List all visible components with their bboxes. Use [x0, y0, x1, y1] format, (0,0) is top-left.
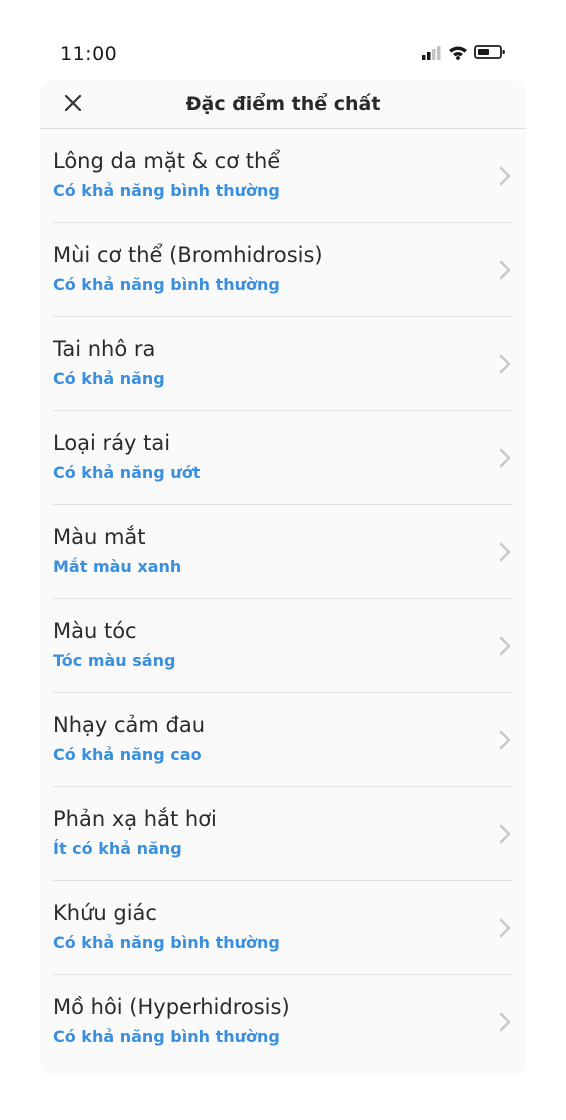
- item-title: Màu tóc: [53, 619, 137, 643]
- item-title: Phản xạ hắt hơi: [53, 807, 217, 831]
- item-value: Có khả năng ướt: [53, 463, 201, 482]
- close-icon: [64, 94, 82, 116]
- item-value: Ít có khả năng: [53, 839, 182, 858]
- battery-icon: [474, 44, 506, 64]
- list-item-earwax-type[interactable]: Loại ráy tai Có khả năng ướt: [53, 411, 512, 505]
- item-value: Mắt màu xanh: [53, 557, 182, 576]
- chevron-right-icon: [498, 260, 512, 280]
- chevron-right-icon: [498, 824, 512, 844]
- header: Đặc điểm thể chất: [40, 80, 526, 129]
- trait-list: Lông da mặt & cơ thể Có khả năng bình th…: [40, 129, 526, 1068]
- page-title: Đặc điểm thể chất: [185, 93, 381, 115]
- wifi-icon: [448, 45, 468, 64]
- item-title: Mùi cơ thể (Bromhidrosis): [53, 243, 323, 267]
- chevron-right-icon: [498, 636, 512, 656]
- chevron-right-icon: [498, 448, 512, 468]
- item-value: Có khả năng: [53, 369, 165, 388]
- signal-icon: [422, 45, 442, 64]
- list-item-sneeze-reflex[interactable]: Phản xạ hắt hơi Ít có khả năng: [53, 787, 512, 881]
- list-item-sweating[interactable]: Mồ hôi (Hyperhidrosis) Có khả năng bình …: [53, 975, 512, 1068]
- status-time: 11:00: [60, 43, 118, 65]
- item-title: Nhạy cảm đau: [53, 713, 206, 737]
- chevron-right-icon: [498, 918, 512, 938]
- list-item-sense-of-smell[interactable]: Khứu giác Có khả năng bình thường: [53, 881, 512, 975]
- list-item-facial-body-hair[interactable]: Lông da mặt & cơ thể Có khả năng bình th…: [53, 129, 512, 223]
- item-value: Có khả năng bình thường: [53, 1027, 280, 1046]
- list-item-hair-color[interactable]: Màu tóc Tóc màu sáng: [53, 599, 512, 693]
- list-item-body-odor[interactable]: Mùi cơ thể (Bromhidrosis) Có khả năng bì…: [53, 223, 512, 317]
- chevron-right-icon: [498, 1012, 512, 1032]
- list-item-protruding-ears[interactable]: Tai nhô ra Có khả năng: [53, 317, 512, 411]
- item-value: Có khả năng bình thường: [53, 933, 280, 952]
- item-title: Lông da mặt & cơ thể: [53, 149, 281, 173]
- close-button[interactable]: [60, 92, 86, 118]
- item-value: Tóc màu sáng: [53, 651, 176, 670]
- item-title: Khứu giác: [53, 901, 157, 925]
- traits-card: Đặc điểm thể chất Lông da mặt & cơ thể C…: [40, 80, 526, 1076]
- item-value: Có khả năng bình thường: [53, 181, 280, 200]
- item-value: Có khả năng cao: [53, 745, 202, 764]
- item-title: Mồ hôi (Hyperhidrosis): [53, 995, 290, 1019]
- item-title: Màu mắt: [53, 525, 146, 549]
- item-title: Loại ráy tai: [53, 431, 171, 455]
- status-bar: 11:00: [40, 30, 526, 78]
- chevron-right-icon: [498, 542, 512, 562]
- list-item-pain-sensitivity[interactable]: Nhạy cảm đau Có khả năng cao: [53, 693, 512, 787]
- item-title: Tai nhô ra: [53, 337, 156, 361]
- item-value: Có khả năng bình thường: [53, 275, 280, 294]
- list-item-eye-color[interactable]: Màu mắt Mắt màu xanh: [53, 505, 512, 599]
- status-icons: [422, 44, 526, 64]
- chevron-right-icon: [498, 354, 512, 374]
- chevron-right-icon: [498, 166, 512, 186]
- chevron-right-icon: [498, 730, 512, 750]
